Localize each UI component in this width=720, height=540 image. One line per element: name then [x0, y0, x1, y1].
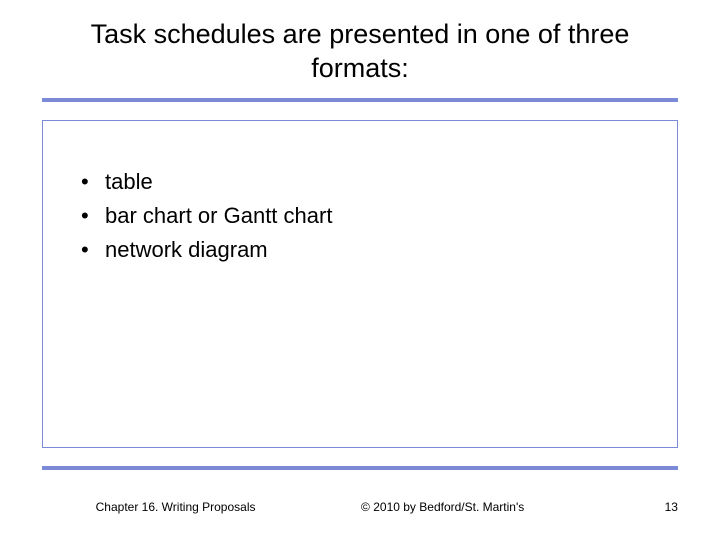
slide-title: Task schedules are presented in one of t… — [0, 18, 720, 98]
footer-page-number: 13 — [576, 500, 678, 514]
footer-chapter: Chapter 16. Writing Proposals — [42, 500, 309, 514]
divider-bottom — [42, 466, 678, 470]
slide: Task schedules are presented in one of t… — [0, 0, 720, 540]
list-item: bar chart or Gantt chart — [79, 199, 649, 233]
list-item: network diagram — [79, 233, 649, 267]
content-box: table bar chart or Gantt chart network d… — [42, 120, 678, 448]
footer: Chapter 16. Writing Proposals © 2010 by … — [0, 500, 720, 514]
list-item: table — [79, 165, 649, 199]
divider-top — [42, 98, 678, 102]
footer-copyright: © 2010 by Bedford/St. Martin's — [309, 500, 576, 514]
bullet-list: table bar chart or Gantt chart network d… — [79, 165, 649, 267]
